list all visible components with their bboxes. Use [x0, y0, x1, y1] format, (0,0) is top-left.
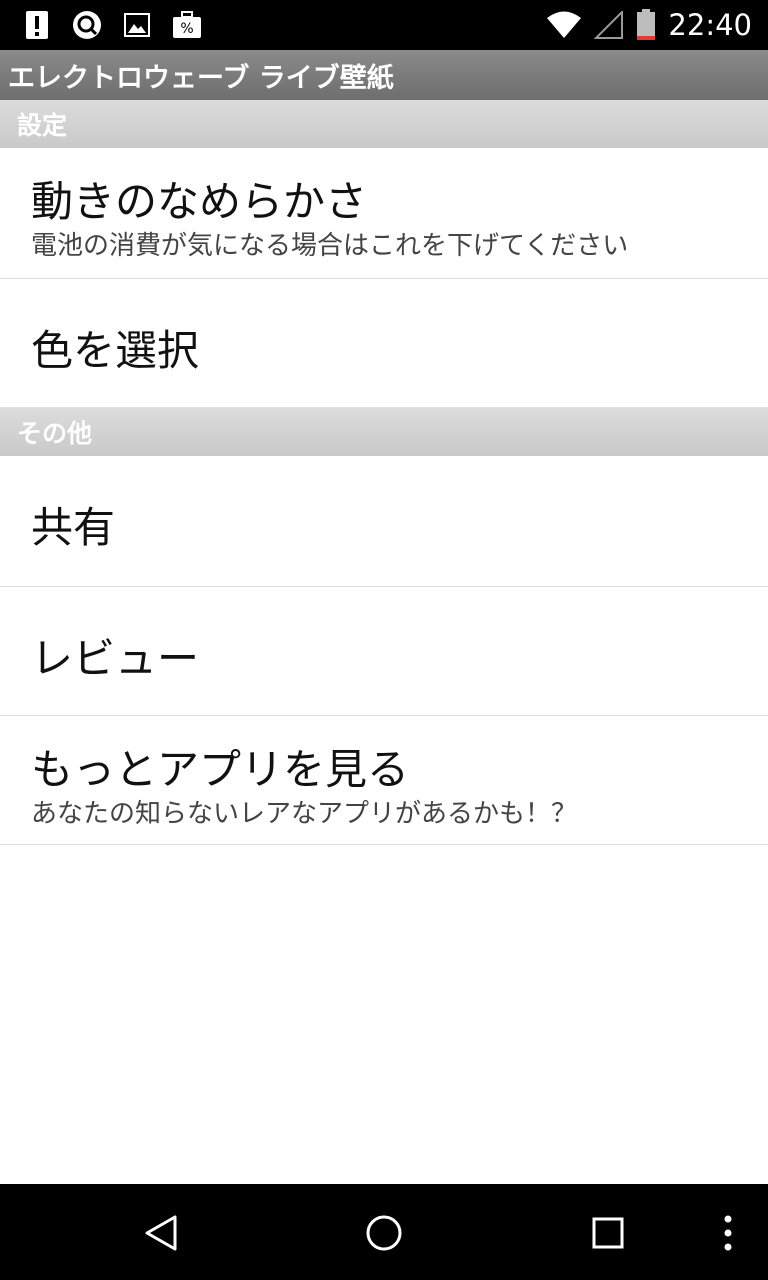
pref-share[interactable]: 共有 — [0, 456, 768, 587]
app-title: エレクトロウェーブ ライブ壁紙 — [8, 62, 394, 94]
battery-icon — [636, 9, 656, 41]
wifi-icon — [546, 9, 582, 41]
briefcase-icon: % — [172, 9, 202, 41]
clock: 22:40 — [668, 8, 752, 42]
section-header-other: その他 — [0, 408, 768, 456]
pref-title: もっとアプリを見る — [31, 745, 410, 794]
cell-signal-icon — [594, 9, 624, 41]
back-icon[interactable] — [136, 1208, 186, 1258]
alert-icon — [22, 9, 52, 41]
section-header-settings: 設定 — [0, 100, 768, 148]
section-header-label: その他 — [17, 419, 93, 448]
pref-smoothness[interactable]: 動きのなめらかさ 電池の消費が気になる場合はこれを下げてください — [0, 148, 768, 279]
section-header-label: 設定 — [17, 111, 68, 140]
pref-summary: 電池の消費が気になる場合はこれを下げてください — [31, 231, 629, 261]
status-bar: % 22:40 — [0, 0, 768, 50]
home-icon[interactable] — [359, 1208, 409, 1258]
pref-title: レビュー — [31, 634, 200, 683]
pref-more-apps[interactable]: もっとアプリを見る あなたの知らないレアなアプリがあるかも！？ — [0, 716, 768, 845]
pref-review[interactable]: レビュー — [0, 587, 768, 716]
pref-title: 動きのなめらかさ — [31, 177, 368, 226]
navigation-bar — [0, 1184, 768, 1280]
recents-icon[interactable] — [583, 1208, 633, 1258]
app-bar: エレクトロウェーブ ライブ壁紙 — [0, 50, 768, 100]
search-notification-icon — [72, 9, 102, 41]
overflow-menu-icon[interactable] — [703, 1208, 753, 1258]
pref-title: 色を選択 — [31, 326, 200, 375]
pref-summary: あなたの知らないレアなアプリがあるかも！？ — [31, 799, 578, 829]
svg-text:%: % — [180, 21, 193, 37]
image-icon — [122, 9, 152, 41]
pref-select-color[interactable]: 色を選択 — [0, 279, 768, 408]
pref-title: 共有 — [31, 503, 116, 552]
